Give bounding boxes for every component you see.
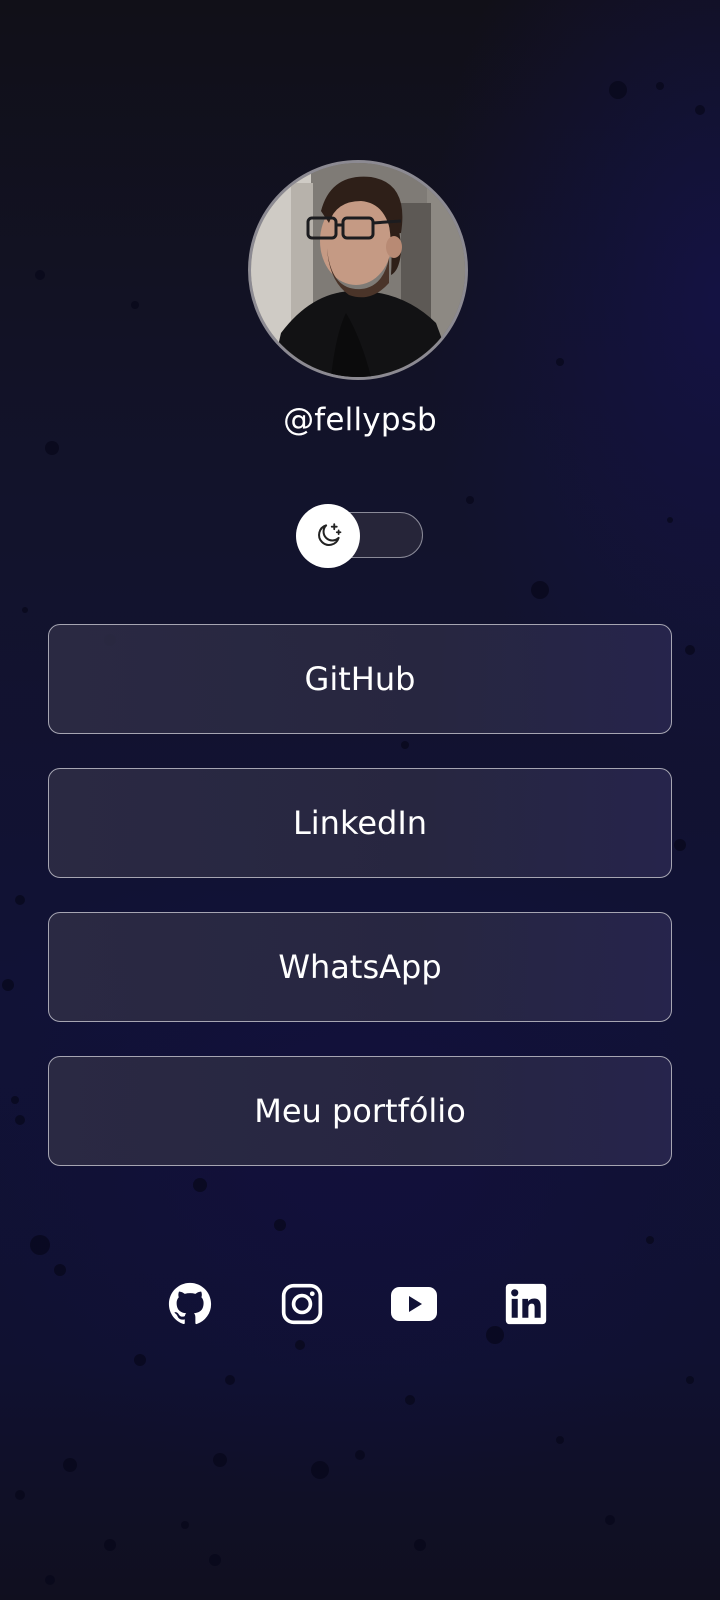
- youtube-social-link[interactable]: [390, 1280, 438, 1328]
- github-icon: [168, 1282, 212, 1325]
- linkedin-social-link[interactable]: [502, 1280, 550, 1328]
- link-list: GitHub LinkedIn WhatsApp Meu portfólio: [48, 624, 672, 1200]
- profile-photo: [251, 163, 465, 377]
- profile-username: @fellypsb: [283, 402, 437, 438]
- linktree-page: @fellypsb GitHub LinkedIn WhatsApp Meu p…: [0, 0, 720, 1600]
- social-icons: [0, 1280, 720, 1328]
- instagram-icon: [281, 1283, 323, 1325]
- github-link-button[interactable]: GitHub: [48, 624, 672, 734]
- youtube-icon: [391, 1287, 437, 1321]
- linkedin-link-button[interactable]: LinkedIn: [48, 768, 672, 878]
- linkedin-icon: [505, 1283, 547, 1325]
- theme-toggle-knob[interactable]: [296, 504, 360, 568]
- instagram-social-link[interactable]: [278, 1280, 326, 1328]
- moon-stars-icon: [318, 523, 342, 546]
- github-social-link[interactable]: [166, 1280, 214, 1328]
- whatsapp-link-button[interactable]: WhatsApp: [48, 912, 672, 1022]
- portfolio-link-button[interactable]: Meu portfólio: [48, 1056, 672, 1166]
- profile-avatar: [248, 160, 468, 380]
